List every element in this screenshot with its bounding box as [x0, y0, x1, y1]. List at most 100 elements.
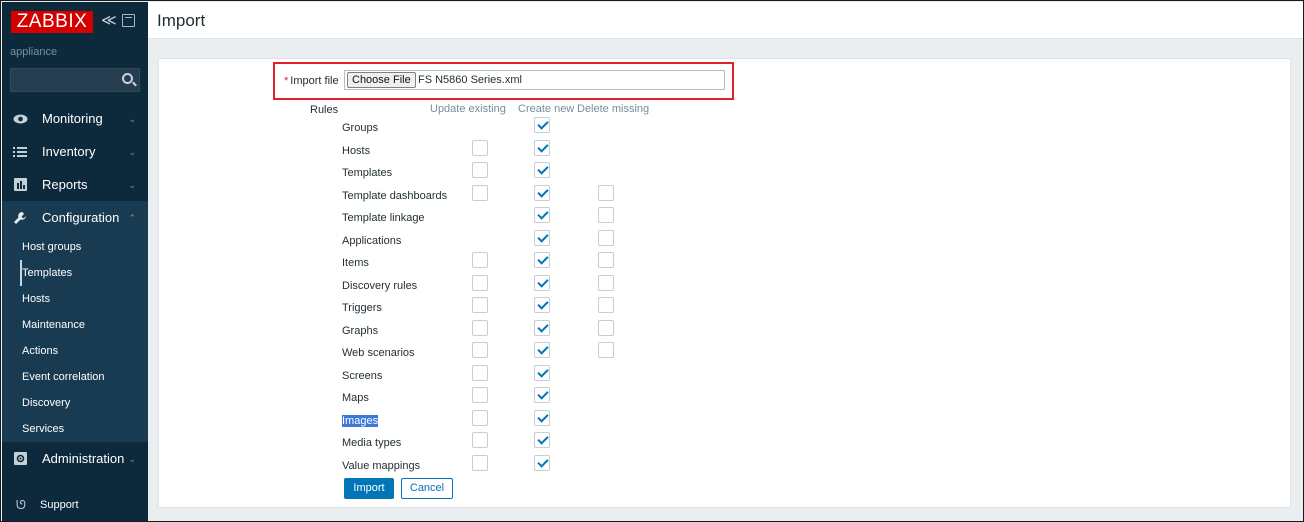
create-new-checkbox[interactable]: [534, 387, 550, 403]
update-existing-checkbox[interactable]: [472, 387, 488, 403]
rule-row: Groups: [342, 117, 742, 139]
bar-chart-icon: [12, 177, 28, 193]
chevron-down-icon: ⌄: [128, 114, 136, 124]
brand-row: ZABBIX ≪: [2, 2, 148, 33]
app-window: ZABBIX ≪ appliance Monitoring ⌄ Inventor…: [0, 0, 1304, 522]
menu-configuration[interactable]: Configuration ⌃: [2, 201, 148, 234]
rule-label: Value mappings: [342, 459, 421, 472]
update-existing-checkbox[interactable]: [472, 252, 488, 268]
submenu-maintenance[interactable]: Maintenance: [2, 312, 148, 338]
create-new-checkbox[interactable]: [534, 162, 550, 178]
create-new-checkbox[interactable]: [534, 274, 550, 291]
update-existing-checkbox[interactable]: [472, 139, 488, 156]
rule-label: Images: [342, 414, 379, 427]
create-new-checkbox[interactable]: [534, 364, 550, 381]
menu-label: Administration: [42, 451, 125, 466]
menu-label: Reports: [42, 177, 88, 192]
create-new-checkbox[interactable]: [534, 409, 550, 426]
main-menu: Monitoring ⌄ Inventory ⌄ Reports ⌄ Confi…: [2, 102, 148, 475]
delete-missing-checkbox[interactable]: [598, 297, 614, 313]
menu-reports[interactable]: Reports ⌄: [2, 168, 148, 201]
rule-row: Value mappings: [342, 454, 742, 477]
rule-row: Media types: [342, 432, 742, 454]
update-existing-checkbox[interactable]: [472, 409, 488, 426]
column-update-existing: Update existing: [430, 103, 506, 115]
create-new-checkbox[interactable]: [534, 432, 550, 448]
menu-inventory[interactable]: Inventory ⌄: [2, 135, 148, 168]
choose-file-button[interactable]: Choose File: [347, 72, 416, 88]
rule-row: Template linkage: [342, 207, 742, 229]
rule-label: Items: [342, 257, 369, 269]
submenu-templates[interactable]: Templates: [2, 260, 148, 286]
import-button[interactable]: Import: [344, 478, 394, 499]
menu-administration[interactable]: Administration ⌄: [2, 442, 148, 475]
create-new-checkbox[interactable]: [534, 454, 550, 471]
search-icon[interactable]: [122, 73, 133, 84]
update-existing-checkbox[interactable]: [472, 274, 488, 291]
create-new-checkbox[interactable]: [534, 252, 550, 268]
rule-label: Triggers: [342, 302, 382, 314]
rule-row: Discovery rules: [342, 274, 742, 297]
update-existing-checkbox[interactable]: [472, 432, 488, 448]
submenu-actions[interactable]: Actions: [2, 338, 148, 364]
import-form: * Import file Choose File FS N5860 Series…: [158, 58, 1291, 508]
rule-label: Applications: [342, 234, 402, 247]
required-mark: *: [284, 75, 289, 87]
kiosk-mode-icon[interactable]: [122, 14, 135, 27]
rules-label: Rules: [310, 104, 339, 116]
rule-row: Graphs: [342, 319, 742, 342]
collapse-sidebar-icon[interactable]: ≪: [101, 12, 117, 30]
cancel-button[interactable]: Cancel: [401, 478, 453, 499]
update-existing-checkbox[interactable]: [472, 162, 488, 178]
column-create-new: Create new: [518, 103, 575, 115]
page-header: Import: [148, 2, 1303, 39]
menu-label: Inventory: [42, 144, 96, 159]
rule-label: Screens: [342, 369, 383, 382]
selected-file-name: FS N5860 Series.xml: [418, 74, 522, 86]
create-new-checkbox[interactable]: [534, 117, 550, 133]
rule-row: Hosts: [342, 139, 742, 162]
update-existing-checkbox[interactable]: [472, 364, 488, 381]
rule-row: Web scenarios: [342, 342, 742, 364]
zabbix-logo[interactable]: ZABBIX: [11, 11, 93, 33]
submenu-event-correlation[interactable]: Event correlation: [2, 364, 148, 390]
delete-missing-checkbox[interactable]: [598, 274, 614, 291]
rule-row: Templates: [342, 162, 742, 184]
create-new-checkbox[interactable]: [534, 184, 550, 201]
delete-missing-checkbox[interactable]: [598, 229, 614, 246]
search-input[interactable]: [10, 68, 140, 92]
rule-row: Screens: [342, 364, 742, 387]
rule-row: Applications: [342, 229, 742, 252]
page-title: Import: [157, 11, 206, 30]
delete-missing-checkbox[interactable]: [598, 184, 614, 201]
gear-icon: [12, 451, 28, 467]
import-file-text: Import file: [290, 75, 339, 87]
submenu-discovery[interactable]: Discovery: [2, 390, 148, 416]
support-link[interactable]: ᘎ Support: [2, 492, 148, 518]
delete-missing-checkbox[interactable]: [598, 252, 614, 268]
create-new-checkbox[interactable]: [534, 139, 550, 156]
support-label: Support: [40, 499, 79, 511]
update-existing-checkbox[interactable]: [472, 184, 488, 201]
create-new-checkbox[interactable]: [534, 342, 550, 358]
rule-label: Web scenarios: [342, 347, 415, 359]
rule-row: Triggers: [342, 297, 742, 319]
update-existing-checkbox[interactable]: [472, 342, 488, 358]
delete-missing-checkbox[interactable]: [598, 319, 614, 336]
update-existing-checkbox[interactable]: [472, 454, 488, 471]
chevron-down-icon: ⌄: [128, 180, 136, 190]
create-new-checkbox[interactable]: [534, 297, 550, 313]
import-file-input[interactable]: Choose File FS N5860 Series.xml: [344, 70, 725, 90]
create-new-checkbox[interactable]: [534, 207, 550, 223]
submenu-host-groups[interactable]: Host groups: [2, 234, 148, 260]
create-new-checkbox[interactable]: [534, 229, 550, 246]
update-existing-checkbox[interactable]: [472, 297, 488, 313]
menu-monitoring[interactable]: Monitoring ⌄: [2, 102, 148, 135]
submenu-services[interactable]: Services: [2, 416, 148, 442]
submenu-hosts[interactable]: Hosts: [2, 286, 148, 312]
update-existing-checkbox[interactable]: [472, 319, 488, 336]
create-new-checkbox[interactable]: [534, 319, 550, 336]
delete-missing-checkbox[interactable]: [598, 207, 614, 223]
sidebar: ZABBIX ≪ appliance Monitoring ⌄ Inventor…: [2, 2, 148, 521]
delete-missing-checkbox[interactable]: [598, 342, 614, 358]
